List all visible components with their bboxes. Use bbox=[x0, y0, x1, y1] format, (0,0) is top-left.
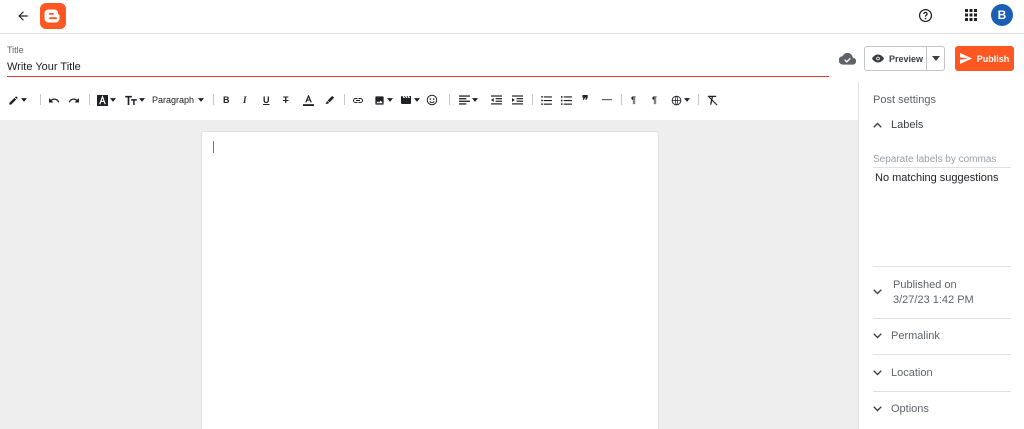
language-icon[interactable] bbox=[671, 93, 690, 107]
chevron-up-icon bbox=[873, 122, 882, 128]
no-suggestions-text: No matching suggestions bbox=[875, 172, 999, 184]
indent-increase-icon[interactable] bbox=[512, 93, 523, 107]
rtl-icon[interactable]: ¶ bbox=[652, 93, 657, 107]
options-section-toggle[interactable]: Options bbox=[873, 401, 929, 417]
published-on-info[interactable]: Published on 3/27/23 1:42 PM bbox=[893, 278, 974, 308]
labels-input[interactable] bbox=[873, 152, 1011, 168]
paragraph-label: Paragraph bbox=[152, 95, 195, 105]
blogger-logo[interactable] bbox=[40, 3, 66, 29]
indent-decrease-icon[interactable] bbox=[491, 93, 502, 107]
bulleted-list-icon[interactable] bbox=[541, 93, 552, 107]
undo-icon[interactable] bbox=[48, 93, 60, 107]
published-on-toggle[interactable] bbox=[873, 284, 882, 300]
text-cursor bbox=[213, 141, 214, 153]
publish-button[interactable]: Publish bbox=[955, 46, 1014, 71]
text-size-icon[interactable] bbox=[125, 93, 145, 107]
divider bbox=[873, 354, 1011, 355]
send-icon bbox=[959, 53, 972, 64]
bold-icon[interactable]: B bbox=[223, 93, 230, 107]
redo-icon[interactable] bbox=[68, 93, 80, 107]
arrow-back-icon[interactable] bbox=[12, 5, 34, 27]
horizontal-rule-icon[interactable] bbox=[602, 93, 612, 107]
strikethrough-icon[interactable]: T bbox=[283, 93, 289, 107]
chevron-down-icon bbox=[873, 370, 882, 376]
labels-header: Labels bbox=[891, 119, 924, 131]
title-input[interactable] bbox=[7, 60, 829, 77]
published-on-date: 3/27/23 1:42 PM bbox=[893, 294, 974, 306]
divider bbox=[873, 318, 1011, 319]
chevron-down-icon bbox=[873, 406, 882, 412]
highlight-icon[interactable] bbox=[324, 93, 335, 107]
numbered-list-icon[interactable] bbox=[561, 93, 572, 107]
location-label: Location bbox=[891, 367, 933, 379]
eye-icon bbox=[872, 54, 884, 63]
align-icon[interactable] bbox=[459, 93, 478, 107]
font-icon[interactable] bbox=[97, 93, 116, 107]
quote-icon[interactable]: ❞ bbox=[582, 93, 588, 107]
permalink-section-toggle[interactable]: Permalink bbox=[873, 328, 940, 344]
cloud-saved-icon bbox=[836, 50, 858, 68]
underline-icon[interactable]: U bbox=[263, 93, 270, 107]
preview-button[interactable]: Preview bbox=[865, 47, 927, 70]
labels-section-toggle[interactable]: Labels bbox=[873, 117, 923, 133]
image-icon[interactable] bbox=[374, 93, 393, 107]
formatting-toolbar: Paragraph B I U T ❞ ¶ ¶ bbox=[0, 88, 858, 112]
text-color-icon[interactable] bbox=[303, 93, 314, 107]
divider bbox=[873, 266, 1011, 267]
clear-formatting-icon[interactable] bbox=[707, 93, 718, 107]
preview-label: Preview bbox=[889, 53, 924, 64]
location-section-toggle[interactable]: Location bbox=[873, 365, 933, 381]
preview-button-group: Preview bbox=[864, 46, 945, 71]
title-label: Title bbox=[7, 45, 24, 55]
link-icon[interactable] bbox=[352, 93, 364, 107]
pencil-icon[interactable] bbox=[8, 93, 27, 107]
chevron-down-icon bbox=[873, 333, 882, 339]
chevron-down-icon bbox=[873, 289, 882, 295]
published-on-label: Published on bbox=[893, 279, 957, 291]
apps-grid-icon[interactable] bbox=[960, 4, 982, 26]
preview-dropdown[interactable] bbox=[927, 47, 944, 70]
publish-label: Publish bbox=[976, 53, 1010, 64]
avatar[interactable]: B bbox=[991, 4, 1013, 26]
divider bbox=[873, 391, 1011, 392]
video-icon[interactable] bbox=[400, 93, 420, 107]
paragraph-format-dropdown[interactable]: Paragraph bbox=[152, 93, 205, 107]
permalink-label: Permalink bbox=[891, 330, 940, 342]
options-label: Options bbox=[891, 403, 929, 415]
emoji-icon[interactable] bbox=[426, 93, 438, 107]
caret-down-icon bbox=[931, 56, 940, 61]
italic-icon[interactable]: I bbox=[243, 93, 247, 107]
ltr-icon[interactable]: ¶ bbox=[631, 93, 636, 107]
editor-page[interactable] bbox=[201, 131, 659, 429]
help-circle-icon[interactable] bbox=[914, 4, 936, 26]
top-bar: B bbox=[0, 0, 1024, 34]
post-settings-title: Post settings bbox=[873, 94, 936, 106]
